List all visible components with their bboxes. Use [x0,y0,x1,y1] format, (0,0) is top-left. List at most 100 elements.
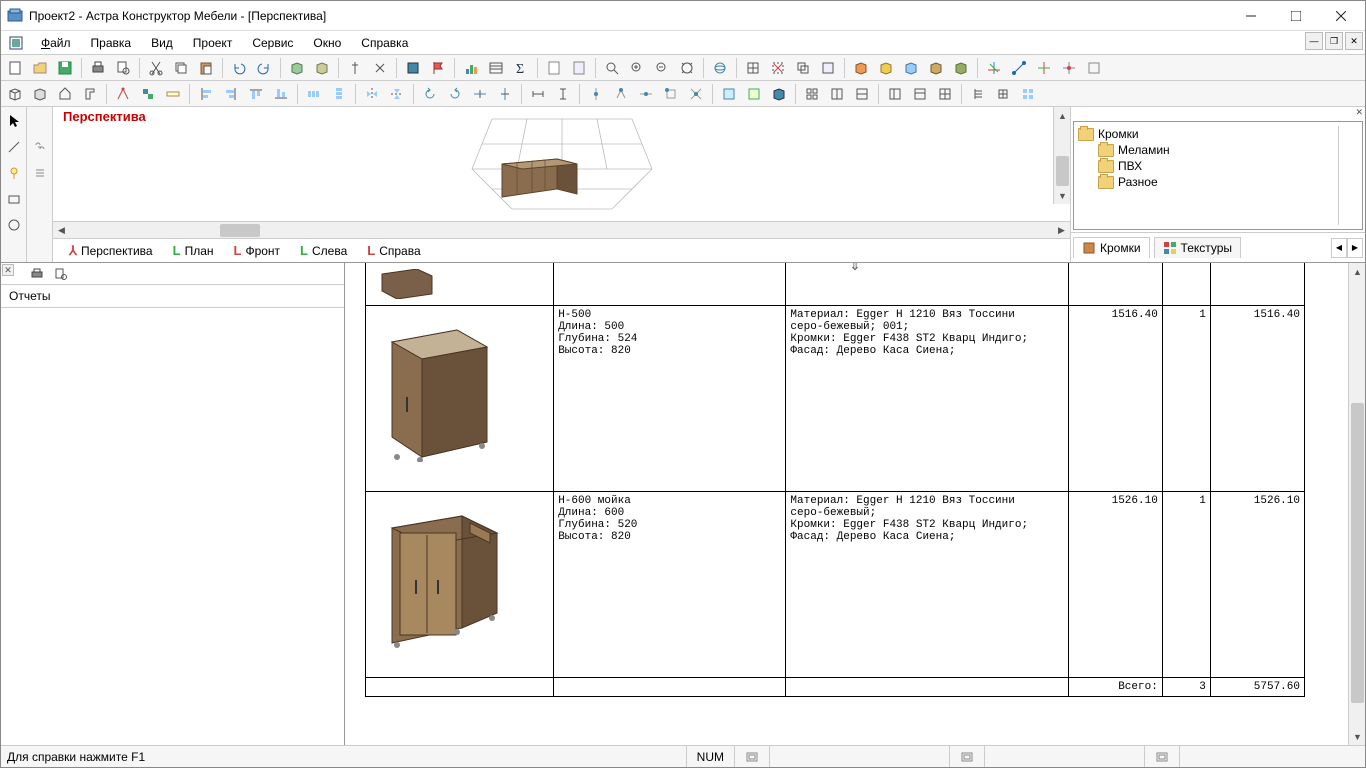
rect-tool-icon[interactable] [2,188,26,210]
zoom-target-icon[interactable] [600,57,624,79]
save-icon[interactable] [53,57,77,79]
layout-1-icon[interactable] [883,83,907,105]
layers-icon[interactable] [816,57,840,79]
zoom-out-icon[interactable] [650,57,674,79]
tab-edges[interactable]: Кромки [1073,237,1150,258]
viewport-canvas[interactable]: Перспектива [53,107,1070,221]
chain-icon[interactable] [28,136,52,158]
close-button[interactable] [1318,1,1363,30]
print-preview-icon[interactable] [111,57,135,79]
line-seg-icon[interactable] [1007,57,1031,79]
layout-3-icon[interactable] [933,83,957,105]
tab-front[interactable]: LФронт [224,241,291,260]
redo-icon[interactable] [252,57,276,79]
materials-tree[interactable]: Кромки Меламин ПВХ Разное [1073,121,1363,230]
rect-fill-icon[interactable] [401,57,425,79]
rotate-r-icon[interactable] [443,83,467,105]
menu-view[interactable]: Вид [141,32,183,54]
tree-root[interactable]: Кромки [1078,126,1334,142]
tree-item[interactable]: Меламин [1078,142,1334,158]
menu-file[interactable]: Файл [31,32,81,54]
sigma-icon[interactable]: Σ [509,57,533,79]
tab-textures[interactable]: Текстуры [1154,237,1242,258]
viewport-vscroll[interactable]: ▲ ▼ [1053,107,1070,204]
new-icon[interactable] [3,57,27,79]
circle-tool-icon[interactable] [2,214,26,236]
panel-close-icon[interactable]: ✕ [1071,107,1365,119]
mdi-minimize-button[interactable]: — [1305,32,1323,50]
snap-5-icon[interactable] [684,83,708,105]
panel-2-icon[interactable] [742,83,766,105]
mirror-v-icon[interactable] [385,83,409,105]
origin2-icon[interactable] [1057,57,1081,79]
dist-h-icon[interactable] [302,83,326,105]
snap-3-icon[interactable] [634,83,658,105]
list-icon[interactable] [28,162,52,184]
grid3-icon[interactable] [825,83,849,105]
scroll-thumb[interactable] [1056,156,1069,186]
obj-prism-icon[interactable] [53,83,77,105]
snap-4-icon[interactable] [659,83,683,105]
tree-3-icon[interactable] [1016,83,1040,105]
dim-v-icon[interactable] [551,83,575,105]
grid4-icon[interactable] [850,83,874,105]
dim-h-icon[interactable] [526,83,550,105]
scroll-down-icon[interactable]: ▼ [1349,728,1365,745]
align-t-icon[interactable] [244,83,268,105]
empty-1-icon[interactable] [28,110,52,132]
zoom-fit-icon[interactable] [675,57,699,79]
print-icon[interactable] [27,265,47,283]
axis-icon[interactable] [982,57,1006,79]
grid2-icon[interactable] [800,83,824,105]
menu-window[interactable]: Окно [303,32,351,54]
grid-icon[interactable] [741,57,765,79]
center-v-icon[interactable] [493,83,517,105]
box-1-icon[interactable] [849,57,873,79]
bars2-icon[interactable] [484,57,508,79]
tab-right[interactable]: LСправа [357,241,430,260]
line-tool-icon[interactable] [2,136,26,158]
obj-cube2-icon[interactable] [28,83,52,105]
doc1-icon[interactable] [542,57,566,79]
copy-obj-icon[interactable] [791,57,815,79]
center-h-icon[interactable] [468,83,492,105]
mdi-close-button[interactable]: ✕ [1345,32,1363,50]
menu-project[interactable]: Проект [183,32,243,54]
tab-nav-right-icon[interactable]: ▶ [1347,238,1363,258]
doc2-icon[interactable] [567,57,591,79]
paste-icon[interactable] [194,57,218,79]
print-icon[interactable] [86,57,110,79]
panel-3-icon[interactable] [767,83,791,105]
scroll-thumb-h[interactable] [220,224,260,237]
cursor-icon[interactable] [2,110,26,132]
tool-a-icon[interactable] [343,57,367,79]
bars-icon[interactable] [459,57,483,79]
origin-icon[interactable] [1032,57,1056,79]
assembly-icon[interactable] [136,83,160,105]
tree-2-icon[interactable] [991,83,1015,105]
open-icon[interactable] [28,57,52,79]
align-l-icon[interactable] [194,83,218,105]
cube2-icon[interactable] [310,57,334,79]
tab-left[interactable]: LСлева [290,241,357,260]
zoom-in-icon[interactable] [625,57,649,79]
mdi-restore-button[interactable]: ❐ [1325,32,1343,50]
tree-1-icon[interactable] [966,83,990,105]
scroll-right-icon[interactable]: ▶ [1053,222,1070,239]
box-3-icon[interactable] [899,57,923,79]
maximize-button[interactable] [1273,1,1318,30]
report-tree-body[interactable] [1,308,344,745]
cube-icon[interactable] [285,57,309,79]
viewport-hscroll[interactable]: ◀ ▶ [53,221,1070,238]
obj-profile-icon[interactable] [78,83,102,105]
snap-2-icon[interactable] [609,83,633,105]
scroll-left-icon[interactable]: ◀ [53,222,70,239]
tab-perspective[interactable]: ⅄Перспектива [59,241,163,261]
rotate-l-icon[interactable] [418,83,442,105]
panel-1-icon[interactable] [717,83,741,105]
menu-help[interactable]: Справка [351,32,418,54]
box-5-icon[interactable] [949,57,973,79]
tree-item[interactable]: ПВХ [1078,158,1334,174]
tab-nav-left-icon[interactable]: ◀ [1331,238,1347,258]
menu-service[interactable]: Сервис [242,32,303,54]
